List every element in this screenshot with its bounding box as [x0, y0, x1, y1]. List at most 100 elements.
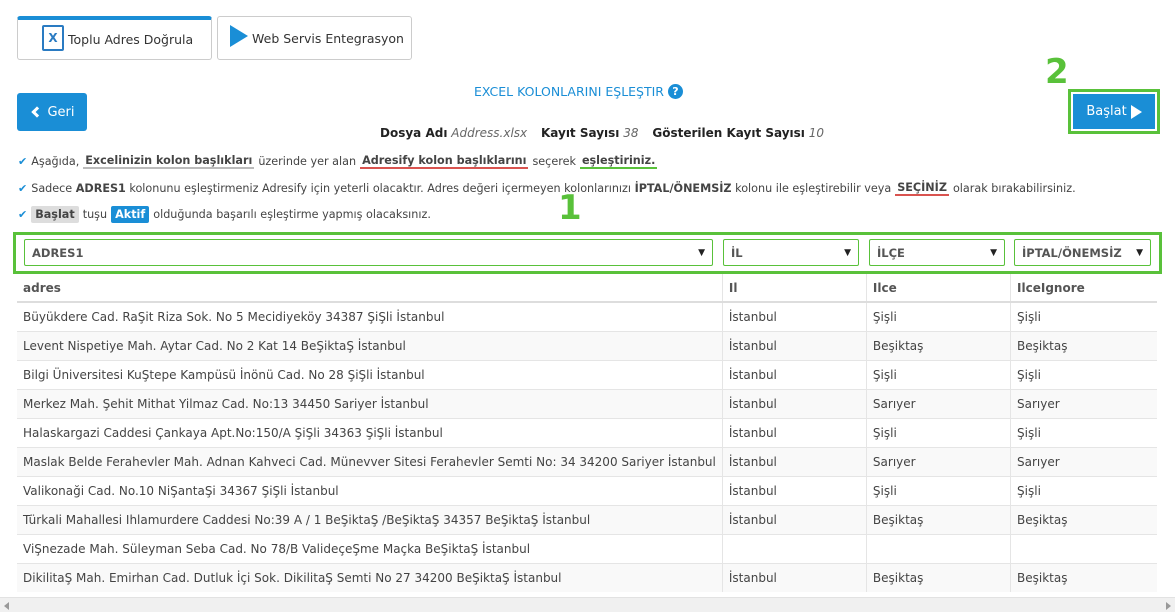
help-icon[interactable]: ?	[668, 84, 683, 99]
table-cell: Şişli	[865, 475, 1011, 505]
table-cell: Maslak Belde Ferahevler Mah. Adnan Kahve…	[17, 446, 723, 476]
table-cell: İstanbul	[721, 388, 867, 418]
table-cell: İstanbul	[721, 301, 867, 331]
table-row: Büyükdere Cad. RaŞit Riza Sok. No 5 Meci…	[17, 301, 1157, 331]
tab-label: Toplu Adres Doğrula	[68, 32, 194, 47]
table-cell: İstanbul	[721, 330, 867, 360]
table-row: DikilitaŞ Mah. Emirhan Cad. Dutluk İçi S…	[17, 562, 1157, 592]
caret-down-icon: ▼	[698, 247, 705, 258]
info-highlight: eşleştiriniz.	[579, 154, 658, 169]
table-cell: Beşiktaş	[1010, 562, 1157, 592]
info-text: Aşağıda,	[31, 155, 80, 168]
info-text: kolonu ile eşleştirebilir veya	[735, 182, 892, 195]
table-cell	[1010, 533, 1157, 563]
table-cell: İstanbul	[721, 475, 867, 505]
table-cell: İstanbul	[721, 504, 867, 534]
start-button[interactable]: Başlat	[1073, 94, 1155, 129]
file-name-label: Dosya Adı	[380, 126, 448, 140]
info-text: kolonunu eşleştirmeniz Adresify için yet…	[129, 182, 631, 195]
caret-down-icon: ▼	[844, 247, 851, 258]
select-value: İLÇE	[877, 245, 905, 260]
scroll-left-icon[interactable]	[4, 602, 9, 610]
table-cell: Beşiktaş	[1010, 504, 1157, 534]
play-icon	[230, 25, 248, 47]
table-row: Halaskargazi Caddesi Çankaya Apt.No:150/…	[17, 417, 1157, 447]
column-select-1[interactable]: ADRES1 ▼	[24, 239, 713, 266]
info-text: tuşu	[82, 208, 108, 221]
table-cell: Şişli	[865, 359, 1011, 389]
shown-count-label: Gösterilen Kayıt Sayısı	[652, 126, 805, 140]
table-cell: Şişli	[1010, 359, 1157, 389]
table-cell: DikilitaŞ Mah. Emirhan Cad. Dutluk İçi S…	[17, 562, 723, 592]
scroll-right-icon[interactable]	[1166, 602, 1171, 610]
table-cell: İstanbul	[721, 359, 867, 389]
table-cell: Sarıyer	[865, 388, 1011, 418]
chevron-left-icon	[31, 106, 44, 118]
table-header-row: adres Il Ilce IlceIgnore	[17, 274, 1157, 303]
table-cell: Sarıyer	[865, 446, 1011, 476]
table-cell: Türkali Mahallesi Ihlamurdere Caddesi No…	[17, 504, 723, 534]
table-cell: Büyükdere Cad. RaŞit Riza Sok. No 5 Meci…	[17, 301, 723, 331]
select-value: ADRES1	[32, 245, 84, 260]
page-title: EXCEL KOLONLARINI EŞLEŞTIR ?	[474, 84, 683, 99]
tab-bulk-address-verify[interactable]: X Toplu Adres Doğrula	[17, 16, 212, 60]
back-button-label: Geri	[47, 104, 75, 120]
start-button-highlight: Başlat	[1068, 89, 1160, 134]
info-highlight: Adresify kolon başlıklarını	[360, 154, 529, 169]
table-cell: Şişli	[865, 417, 1011, 447]
table-row: Valikonaği Cad. No.10 NiŞantaŞi 34367 Şi…	[17, 475, 1157, 505]
column-select-4[interactable]: İPTAL/ÖNEMSİZ ▼	[1014, 239, 1151, 266]
table-cell: Halaskargazi Caddesi Çankaya Apt.No:150/…	[17, 417, 723, 447]
table-row: Levent Nispetiye Mah. Aytar Cad. No 2 Ka…	[17, 330, 1157, 360]
table-cell: Sarıyer	[1010, 388, 1157, 418]
table-row: Maslak Belde Ferahevler Mah. Adnan Kahve…	[17, 446, 1157, 476]
column-select-2[interactable]: İL ▼	[723, 239, 859, 266]
table-cell: Bilgi Üniversitesi KuŞtepe Kampüsü İnönü…	[17, 359, 723, 389]
table-cell: Beşiktaş	[865, 562, 1011, 592]
table-cell: Beşiktaş	[865, 330, 1011, 360]
tab-label: Web Servis Entegrasyon	[252, 30, 404, 46]
record-count-value: 38	[623, 126, 639, 140]
info-text: Sadece	[31, 182, 73, 195]
table-cell: Valikonaği Cad. No.10 NiŞantaŞi 34367 Şi…	[17, 475, 723, 505]
info-text: seçerek	[532, 155, 576, 168]
table-cell: Şişli	[1010, 475, 1157, 505]
caret-down-icon: ▼	[990, 247, 997, 258]
select-value: İPTAL/ÖNEMSİZ	[1022, 245, 1122, 260]
table-cell	[721, 533, 867, 563]
file-name-value: Address.xlsx	[451, 126, 528, 140]
table-cell: İstanbul	[721, 446, 867, 476]
back-button[interactable]: Geri	[17, 93, 87, 131]
table-cell: İstanbul	[721, 417, 867, 447]
table-cell: Merkez Mah. Şehit Mithat Yilmaz Cad. No:…	[17, 388, 723, 418]
table-cell	[865, 533, 1011, 563]
column-header: Il	[721, 274, 867, 303]
column-mapping-row: ADRES1 ▼ İL ▼ İLÇE ▼ İPTAL/ÖNEMSİZ ▼	[13, 232, 1162, 274]
table-row: ViŞnezade Mah. Süleyman Seba Cad. No 78/…	[17, 533, 1157, 563]
table-cell: Sarıyer	[1010, 446, 1157, 476]
horizontal-scrollbar[interactable]	[0, 597, 1175, 612]
info-bold: İPTAL/ÖNEMSİZ	[634, 182, 732, 195]
table-row: Bilgi Üniversitesi KuŞtepe Kampüsü İnönü…	[17, 359, 1157, 389]
page-title-text: EXCEL KOLONLARINI EŞLEŞTIR	[474, 84, 664, 99]
shown-count-value: 10	[808, 126, 825, 140]
column-header: IlceIgnore	[1010, 274, 1157, 303]
table-row: Merkez Mah. Şehit Mithat Yilmaz Cad. No:…	[17, 388, 1157, 418]
info-line-3: ✔ Başlat tuşu Aktif olduğunda başarılı e…	[18, 206, 431, 223]
column-select-3[interactable]: İLÇE ▼	[869, 239, 1005, 266]
file-info: Dosya Adı Address.xlsx Kayıt Sayısı 38 G…	[380, 126, 834, 140]
tab-web-service[interactable]: Web Servis Entegrasyon	[217, 16, 412, 60]
check-icon: ✔	[18, 208, 28, 221]
column-header: Ilce	[865, 274, 1011, 303]
info-highlight: Excelinizin kolon başlıkları	[83, 154, 255, 169]
table-cell: Şişli	[865, 301, 1011, 331]
table-cell: Levent Nispetiye Mah. Aytar Cad. No 2 Ka…	[17, 330, 723, 360]
table-row: Türkali Mahallesi Ihlamurdere Caddesi No…	[17, 504, 1157, 534]
info-highlight: SEÇİNİZ	[895, 181, 949, 196]
table-cell: ViŞnezade Mah. Süleyman Seba Cad. No 78/…	[17, 533, 723, 563]
caret-down-icon: ▼	[1136, 247, 1143, 258]
select-value: İL	[731, 245, 743, 260]
check-icon: ✔	[18, 155, 28, 168]
table-cell: Şişli	[1010, 301, 1157, 331]
excel-icon: X	[42, 24, 64, 51]
